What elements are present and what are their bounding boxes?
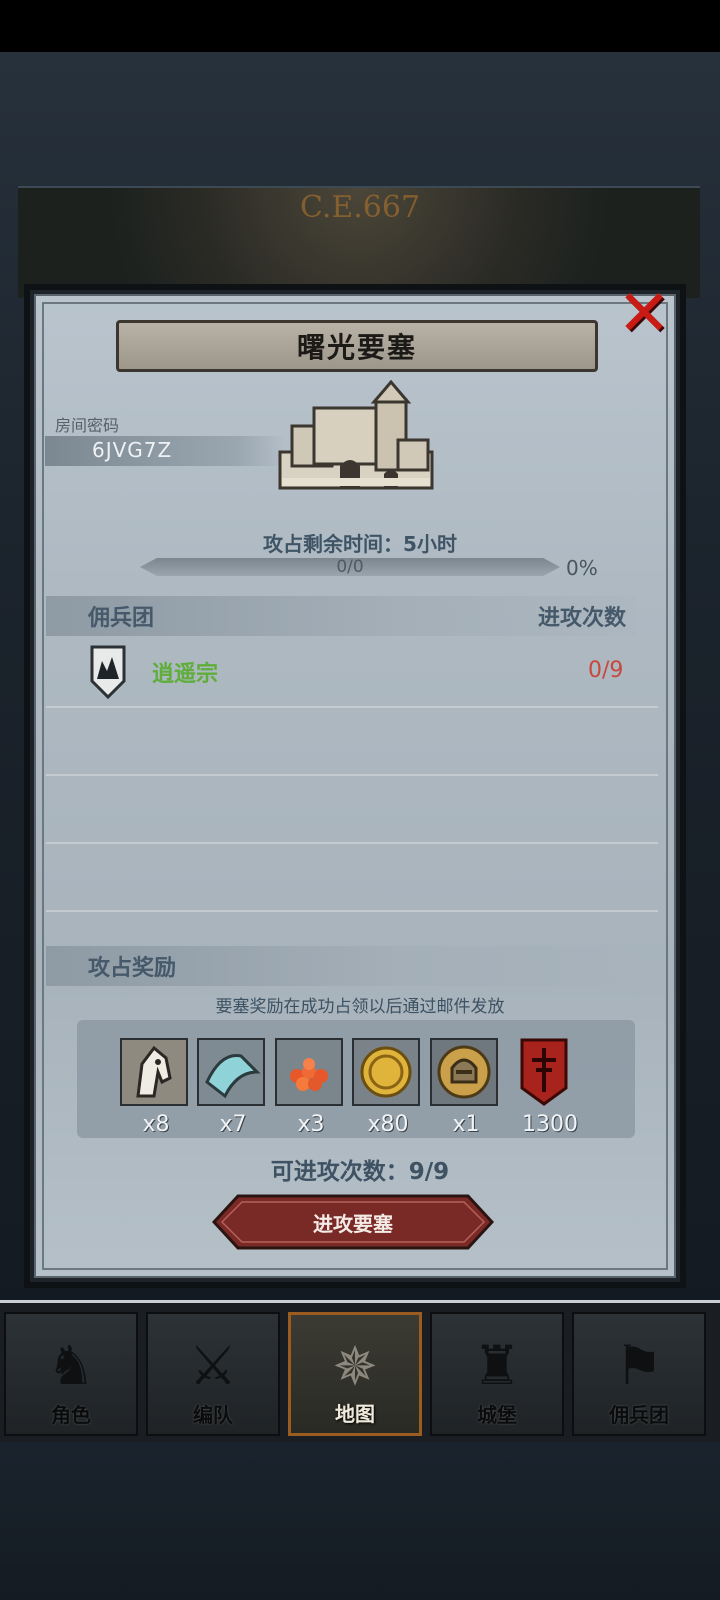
tab-mercenary[interactable]: ⚑ 佣兵团	[572, 1312, 706, 1436]
progress-count-text: 0/0	[336, 557, 364, 577]
tab-map[interactable]: ✵ 地图	[288, 1312, 422, 1436]
remaining-attempts-text: 可进攻次数：9/9	[270, 1159, 450, 1185]
reward-quantity: 1300	[522, 1112, 578, 1137]
guild-row[interactable]	[46, 638, 658, 708]
reward-item[interactable]	[352, 1038, 424, 1106]
reward-quantity: x8	[142, 1112, 170, 1137]
close-icon[interactable]: ✕	[612, 282, 676, 346]
reward-item[interactable]	[275, 1038, 347, 1106]
empty-guild-row	[46, 842, 658, 912]
beans-icon	[275, 1038, 343, 1106]
mercenary-icon: ⚑	[614, 1334, 664, 1397]
tab-castle[interactable]: ♜ 城堡	[430, 1312, 564, 1436]
guild-crest-icon	[90, 645, 126, 699]
progress-percent-text: 0%	[566, 556, 598, 580]
era-year-label: C.E.667	[299, 190, 421, 225]
remaining-time-text: 攻占剩余时间：5小时	[263, 532, 457, 556]
helmet-medal-icon	[430, 1038, 498, 1106]
formation-icon: ⚔	[188, 1334, 238, 1397]
empty-guild-row	[46, 774, 658, 844]
attack-fortress-button-label[interactable]: 进攻要塞	[212, 1194, 494, 1250]
tab-formation[interactable]: ⚔ 编队	[146, 1312, 280, 1436]
gold-coin-icon	[352, 1038, 420, 1106]
guild-column-header: 佣兵团	[88, 606, 155, 631]
horse-icon	[120, 1038, 188, 1106]
tab-label: 角色	[51, 1403, 91, 1427]
compass-icon: ✵	[332, 1335, 378, 1398]
reward-quantity: x80	[367, 1112, 409, 1137]
tab-character[interactable]: ♞ 角色	[4, 1312, 138, 1436]
reward-item[interactable]	[120, 1038, 192, 1106]
cloth-icon	[197, 1038, 265, 1106]
tab-label: 地图	[335, 1402, 375, 1426]
tab-label: 佣兵团	[609, 1403, 669, 1427]
guild-name: 逍遥宗	[152, 662, 219, 687]
guild-attack-count: 0/9	[588, 658, 624, 683]
empty-guild-row	[46, 706, 658, 776]
bottom-background	[0, 1442, 720, 1600]
status-bar-area	[0, 0, 720, 52]
reward-quantity: x7	[219, 1112, 247, 1137]
reward-item[interactable]	[510, 1038, 582, 1106]
room-password-label: 房间密码	[55, 416, 120, 435]
attack-count-column-header: 进攻次数	[538, 606, 627, 631]
banner-icon	[510, 1038, 578, 1106]
fortress-castle-icon	[278, 380, 434, 490]
reward-item[interactable]	[430, 1038, 502, 1106]
character-icon: ♞	[46, 1334, 96, 1397]
reward-header: 攻占奖励	[88, 956, 177, 981]
reward-quantity: x3	[297, 1112, 325, 1137]
reward-quantity: x1	[452, 1112, 480, 1137]
reward-item[interactable]	[197, 1038, 269, 1106]
room-code-value[interactable]: 6JVG7Z	[92, 438, 172, 462]
castle-icon: ♜	[472, 1334, 522, 1397]
reward-note: 要塞奖励在成功占领以后通过邮件发放	[215, 997, 505, 1017]
dialog-title: 曙光要塞	[116, 320, 598, 372]
tab-label: 城堡	[477, 1403, 517, 1427]
tab-label: 编队	[193, 1403, 233, 1427]
